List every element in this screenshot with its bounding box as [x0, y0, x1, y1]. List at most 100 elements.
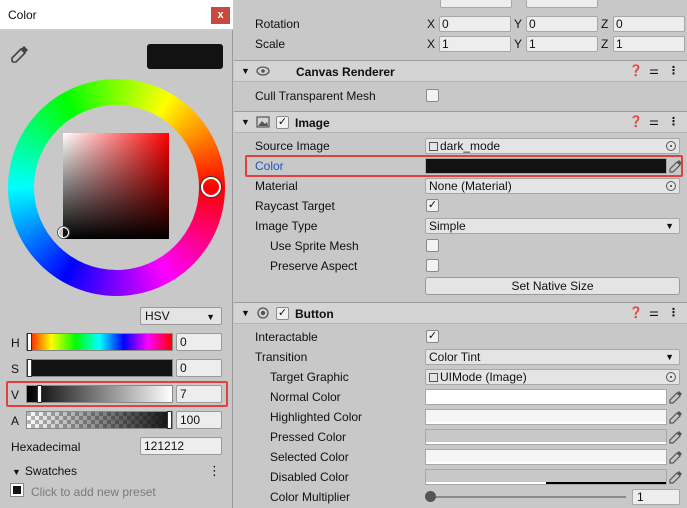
button-header[interactable]: ▼ ✓ Button ❓ ⚌ ⋮ [234, 302, 687, 324]
object-picker-icon[interactable] [666, 141, 676, 151]
object-picker-icon[interactable] [666, 372, 676, 382]
alpha-value-field[interactable]: 100 [176, 411, 222, 429]
target-graphic-label: Target Graphic [270, 370, 349, 384]
cull-checkbox[interactable] [426, 89, 439, 102]
image-header[interactable]: ▼ ✓ Image ❓ ⚌ ⋮ [234, 111, 687, 133]
rotation-row: Rotation X0 Y0 Z0 [234, 14, 687, 34]
sprite-mesh-checkbox[interactable] [426, 239, 439, 252]
axis-x-label: X [427, 17, 436, 31]
alpha-slider-handle[interactable] [167, 411, 172, 429]
image-type-select[interactable]: Simple ▼ [425, 218, 680, 234]
pressed-color-label: Pressed Color [270, 430, 347, 444]
highlighted-color-label: Highlighted Color [270, 410, 363, 424]
eyedropper-icon[interactable] [669, 470, 683, 484]
native-size-row: Set Native Size [234, 276, 687, 296]
kebab-menu-icon[interactable]: ⋮ [668, 306, 679, 319]
image-type-label: Image Type [255, 219, 318, 233]
sprite-mesh-label: Use Sprite Mesh [270, 239, 359, 253]
chevron-down-icon: ▼ [665, 352, 674, 362]
settings-sliders-icon[interactable]: ⚌ [649, 64, 659, 77]
saturation-value-square[interactable] [63, 133, 169, 239]
multiplier-value-field[interactable]: 1 [632, 489, 680, 505]
settings-sliders-icon[interactable]: ⚌ [649, 115, 659, 128]
scale-x-field[interactable]: 1 [439, 36, 511, 52]
help-icon[interactable]: ❓ [629, 306, 643, 319]
swatches-foldout[interactable]: ▼ Swatches [12, 464, 77, 478]
saturation-slider[interactable] [26, 359, 173, 377]
hex-label: Hexadecimal [11, 440, 81, 454]
chevron-down-icon: ▼ [665, 221, 674, 231]
normal-color-field[interactable] [425, 389, 667, 405]
hue-slider-handle[interactable] [27, 333, 32, 351]
transition-label: Transition [255, 350, 308, 364]
disabled-color-label: Disabled Color [270, 470, 349, 484]
help-icon[interactable]: ❓ [629, 64, 643, 77]
triangle-down-icon: ▼ [12, 467, 21, 477]
material-value: None (Material) [429, 179, 512, 193]
disabled-color-field[interactable] [425, 469, 667, 485]
target-graphic-row: Target Graphic UIMode (Image) [234, 367, 687, 387]
kebab-menu-icon[interactable]: ⋮ [668, 64, 679, 77]
canvas-renderer-header[interactable]: ▼ Canvas Renderer ❓ ⚌ ⋮ [234, 60, 687, 82]
color-mode-value: HSV [145, 309, 170, 323]
target-graphic-field[interactable]: UIMode (Image) [425, 369, 680, 385]
triangle-down-icon[interactable]: ▼ [241, 308, 250, 318]
hue-slider[interactable] [26, 333, 173, 351]
selected-color-row: Selected Color [234, 447, 687, 467]
rotation-x-field[interactable]: 0 [439, 16, 511, 32]
hex-input[interactable]: 121212 [140, 437, 222, 455]
triangle-down-icon[interactable]: ▼ [241, 117, 250, 127]
channel-label-s: S [11, 362, 20, 376]
normal-color-row: Normal Color [234, 387, 687, 407]
material-field[interactable]: None (Material) [425, 178, 680, 194]
add-preset-hint[interactable]: Click to add new preset [31, 485, 156, 499]
kebab-menu-icon[interactable]: ⋮ [208, 464, 221, 477]
eyedropper-icon[interactable] [669, 450, 683, 464]
eyedropper-icon[interactable] [669, 390, 683, 404]
button-enabled-checkbox[interactable]: ✓ [276, 307, 289, 320]
kebab-menu-icon[interactable]: ⋮ [668, 115, 679, 128]
saturation-value-field[interactable]: 0 [176, 359, 222, 377]
triangle-down-icon[interactable]: ▼ [241, 66, 250, 76]
hue-handle[interactable] [201, 177, 221, 197]
canvas-renderer-title: Canvas Renderer [296, 65, 395, 79]
interactable-checkbox[interactable]: ✓ [426, 330, 439, 343]
preserve-aspect-checkbox[interactable] [426, 259, 439, 272]
image-type-value: Simple [429, 219, 466, 233]
rotation-z-field[interactable]: 0 [613, 16, 685, 32]
hue-value-field[interactable]: 0 [176, 333, 222, 351]
eyedropper-icon[interactable] [669, 410, 683, 424]
pressed-color-field[interactable] [425, 429, 667, 445]
object-picker-icon[interactable] [666, 181, 676, 191]
alpha-slider[interactable] [26, 411, 173, 429]
selected-color-field[interactable] [425, 449, 667, 465]
settings-sliders-icon[interactable]: ⚌ [649, 306, 659, 319]
image-enabled-checkbox[interactable]: ✓ [276, 116, 289, 129]
interactable-row: Interactable ✓ [234, 327, 687, 347]
set-native-size-button[interactable]: Set Native Size [425, 277, 680, 295]
highlighted-color-field[interactable] [425, 409, 667, 425]
multiplier-slider-handle[interactable] [425, 491, 436, 502]
multiplier-slider-track[interactable] [430, 496, 626, 498]
raycast-checkbox[interactable]: ✓ [426, 199, 439, 212]
highlight-box-color [245, 155, 683, 177]
color-mode-select[interactable]: HSV ▼ [140, 307, 222, 325]
scale-z-field[interactable]: 1 [613, 36, 685, 52]
transition-select[interactable]: Color Tint ▼ [425, 349, 680, 365]
eyedropper-icon[interactable] [10, 44, 30, 64]
close-button[interactable]: x [211, 7, 230, 24]
scale-y-field[interactable]: 1 [526, 36, 598, 52]
help-icon[interactable]: ❓ [629, 115, 643, 128]
raycast-label: Raycast Target [255, 199, 335, 213]
saturation-slider-handle[interactable] [27, 359, 32, 377]
image-icon [256, 116, 270, 128]
current-color-swatch [147, 44, 223, 69]
source-image-value: dark_mode [440, 139, 501, 153]
image-title: Image [295, 116, 330, 130]
preset-swatch[interactable] [11, 484, 23, 496]
sv-handle[interactable] [58, 227, 69, 238]
rotation-y-field[interactable]: 0 [526, 16, 598, 32]
eyedropper-icon[interactable] [669, 430, 683, 444]
source-image-field[interactable]: dark_mode [425, 138, 680, 154]
image-icon [429, 373, 438, 382]
